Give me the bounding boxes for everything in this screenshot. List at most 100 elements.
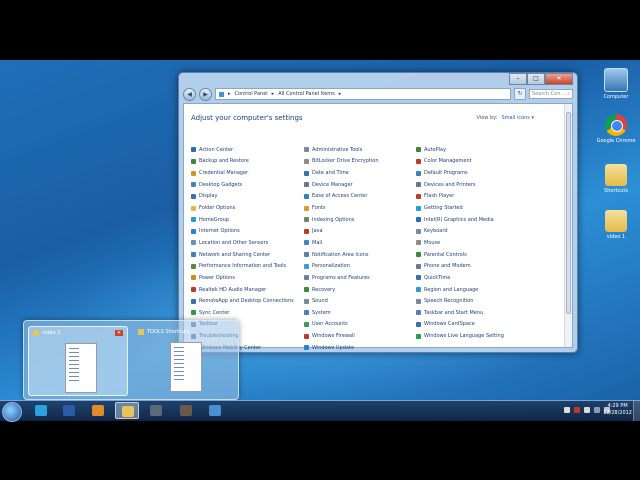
control-panel-item[interactable]: AutoPlay	[416, 144, 504, 156]
taskbar-button-app-6[interactable]	[174, 402, 198, 419]
taskbar-button-control-panel[interactable]	[203, 402, 227, 419]
control-panel-item-label: Administrative Tools	[312, 146, 363, 153]
clock[interactable]: 4:29 PM 12/28/2012	[603, 403, 632, 417]
control-panel-item-icon	[304, 240, 309, 246]
search-input[interactable]: Search Con... ⌕	[529, 89, 573, 99]
control-panel-item[interactable]: Credential Manager	[191, 167, 294, 179]
control-panel-item[interactable]: Realtek HD Audio Manager	[191, 284, 294, 296]
control-panel-item[interactable]: Mouse	[416, 237, 504, 249]
taskbar-button-media-player[interactable]	[86, 402, 110, 419]
control-panel-item[interactable]: Color Management	[416, 156, 504, 168]
taskbar-button-skype[interactable]	[29, 402, 53, 419]
control-panel-item-label: Windows Update	[312, 344, 355, 351]
control-panel-item[interactable]: RemoteApp and Desktop Connections	[191, 295, 294, 307]
control-panel-item[interactable]: Intel(R) Graphics and Media	[416, 214, 504, 226]
control-panel-item[interactable]: BitLocker Drive Encryption	[304, 156, 379, 168]
control-panel-item[interactable]: Default Programs	[416, 167, 504, 179]
control-panel-item[interactable]: Flash Player	[416, 191, 504, 203]
thumbnail-tools-shortcuts[interactable]: TOOLS Shortcuts	[134, 326, 232, 394]
view-by-dropdown[interactable]: Small icons ▾	[501, 115, 534, 121]
show-desktop-button[interactable]	[633, 401, 640, 421]
control-panel-item-label: Display	[199, 193, 218, 200]
breadcrumb-control-panel[interactable]: Control Panel	[235, 91, 268, 97]
control-panel-item[interactable]: Mail	[304, 237, 379, 249]
vertical-scrollbar[interactable]	[564, 104, 572, 347]
control-panel-item[interactable]: Fonts	[304, 202, 379, 214]
taskbar-button-explorer[interactable]	[115, 402, 139, 419]
control-panel-item[interactable]: Desktop Gadgets	[191, 179, 294, 191]
desktop-icon-computer[interactable]: Computer	[596, 68, 636, 100]
control-panel-item[interactable]: Windows Update	[304, 342, 379, 354]
control-panel-item[interactable]: Location and Other Sensors	[191, 237, 294, 249]
control-panel-item[interactable]: Java	[304, 225, 379, 237]
control-panel-item-icon	[191, 298, 196, 304]
minimize-button[interactable]: –	[509, 73, 527, 85]
control-panel-item[interactable]: Recovery	[304, 284, 379, 296]
refresh-button[interactable]: ↻	[514, 88, 526, 100]
back-button[interactable]: ◀	[183, 87, 196, 101]
control-panel-item[interactable]: Region and Language	[416, 284, 504, 296]
show-hidden-icons-icon[interactable]	[564, 407, 570, 413]
control-panel-item[interactable]: Indexing Options	[304, 214, 379, 226]
control-panel-item[interactable]: Sound	[304, 295, 379, 307]
control-panel-item-label: Desktop Gadgets	[199, 181, 243, 188]
tray-app-icon[interactable]	[574, 407, 580, 413]
desktop-icon-video1[interactable]: video 1	[596, 210, 636, 240]
control-panel-item[interactable]: Action Center	[191, 144, 294, 156]
control-panel-window[interactable]: – □ ✕ ◀ ▶ ▸ Control Panel ▸ All Control …	[178, 72, 578, 353]
maximize-button[interactable]: □	[527, 73, 545, 85]
control-panel-item-icon	[416, 228, 421, 234]
control-panel-item[interactable]: Windows CardSpace	[416, 319, 504, 331]
taskbar-button-app-5[interactable]	[144, 402, 168, 419]
control-panel-item[interactable]: Network and Sharing Center	[191, 249, 294, 261]
start-button[interactable]	[2, 402, 22, 422]
scrollbar-thumb[interactable]	[566, 112, 571, 314]
control-panel-item[interactable]: Programs and Features	[304, 272, 379, 284]
close-icon[interactable]: ✕	[115, 330, 123, 336]
search-icon: ⌕	[567, 91, 570, 97]
control-panel-item[interactable]: Windows Firewall	[304, 330, 379, 342]
address-field[interactable]: ▸ Control Panel ▸ All Control Panel Item…	[215, 88, 511, 100]
control-panel-item-label: Intel(R) Graphics and Media	[424, 216, 494, 223]
control-panel-item[interactable]: Notification Area Icons	[304, 249, 379, 261]
control-panel-item[interactable]: Getting Started	[416, 202, 504, 214]
control-panel-item[interactable]: Power Options	[191, 272, 294, 284]
control-panel-item[interactable]: HomeGroup	[191, 214, 294, 226]
control-panel-item-icon	[416, 240, 421, 246]
control-panel-item[interactable]: User Accounts	[304, 319, 379, 331]
desktop-icon-label: Computer	[603, 94, 629, 100]
control-panel-item-icon	[416, 205, 421, 211]
control-panel-item[interactable]: QuickTime	[416, 272, 504, 284]
forward-button[interactable]: ▶	[199, 87, 212, 101]
control-panel-item[interactable]: Administrative Tools	[304, 144, 379, 156]
control-panel-item[interactable]: Windows Live Language Setting	[416, 330, 504, 342]
control-panel-item-label: Credential Manager	[199, 170, 249, 177]
control-panel-item-label: Internet Options	[199, 228, 240, 235]
control-panel-item[interactable]: Display	[191, 191, 294, 203]
control-panel-item[interactable]: Keyboard	[416, 225, 504, 237]
control-panel-item[interactable]: Taskbar and Start Menu	[416, 307, 504, 319]
control-panel-item[interactable]: Speech Recognition	[416, 295, 504, 307]
desktop-icon-chrome[interactable]: Google Chrome	[596, 114, 636, 144]
control-panel-item[interactable]: Backup and Restore	[191, 156, 294, 168]
taskbar-button-word[interactable]	[57, 402, 81, 419]
control-panel-item[interactable]: Sync Center	[191, 307, 294, 319]
control-panel-item[interactable]: Performance Information and Tools	[191, 260, 294, 272]
close-button[interactable]: ✕	[545, 73, 573, 85]
control-panel-item[interactable]: Device Manager	[304, 179, 379, 191]
control-panel-item[interactable]: Folder Options	[191, 202, 294, 214]
control-panel-item[interactable]: Date and Time	[304, 167, 379, 179]
network-icon[interactable]	[594, 407, 600, 413]
control-panel-item[interactable]: Parental Controls	[416, 249, 504, 261]
control-panel-item[interactable]: Ease of Access Center	[304, 191, 379, 203]
control-panel-item-icon	[191, 252, 196, 258]
thumbnail-video1[interactable]: video 1 ✕	[28, 326, 128, 396]
control-panel-item[interactable]: Devices and Printers	[416, 179, 504, 191]
desktop-icon-shortcuts[interactable]: Shortcuts	[596, 164, 636, 194]
control-panel-item[interactable]: System	[304, 307, 379, 319]
control-panel-item[interactable]: Internet Options	[191, 225, 294, 237]
control-panel-item[interactable]: Phone and Modem	[416, 260, 504, 272]
breadcrumb-all-items[interactable]: All Control Panel Items	[278, 91, 335, 97]
control-panel-item[interactable]: Personalization	[304, 260, 379, 272]
action-center-flag-icon[interactable]	[584, 407, 590, 413]
